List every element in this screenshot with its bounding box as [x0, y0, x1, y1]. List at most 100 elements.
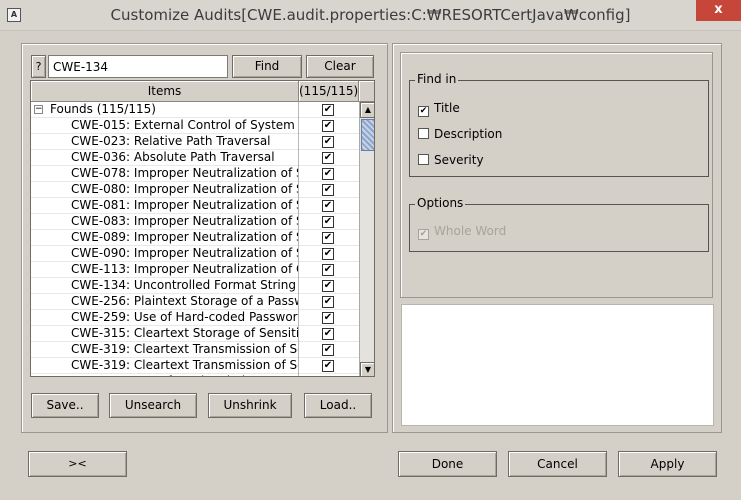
whole-word-checkbox-label: Whole Word — [434, 224, 507, 238]
item-label: CWE-319: Cleartext Transmission of Sensi… — [71, 358, 298, 372]
item-name-cell: CWE-083: Improper Neutralization of Scri… — [31, 214, 299, 230]
item-name-cell: CWE-134: Uncontrolled Format String — [31, 278, 299, 294]
item-label: CWE-321: Use of Hard-coded Cryptographic… — [71, 374, 298, 376]
find-in-group: Find in ✔ Title Description Severity — [409, 72, 709, 177]
severity-checkbox-label: Severity — [434, 153, 484, 167]
item-label: CWE-023: Relative Path Traversal — [71, 134, 271, 148]
item-name-cell: CWE-319: Cleartext Transmission of Sensi… — [31, 358, 299, 374]
item-name-cell: CWE-015: External Control of System or C… — [31, 118, 299, 134]
whole-word-checkbox: ✔ — [418, 229, 429, 240]
table-row[interactable]: CWE-089: Improper Neutralization of Spec… — [31, 230, 359, 246]
apply-button[interactable]: Apply — [618, 451, 717, 477]
table-row[interactable]: CWE-113: Improper Neutralization of CRLF… — [31, 262, 359, 278]
table-row[interactable]: CWE-321: Use of Hard-coded Cryptographic… — [31, 374, 359, 377]
item-name-cell: CWE-319: Cleartext Transmission of Sensi… — [31, 342, 299, 358]
checkbox[interactable]: ✔ — [322, 168, 334, 180]
checkbox[interactable]: ✔ — [322, 248, 334, 260]
checkbox[interactable]: ✔ — [322, 312, 334, 324]
table-row[interactable]: CWE-319: Cleartext Transmission of Sensi… — [31, 342, 359, 358]
scroll-thumb[interactable] — [361, 119, 374, 151]
item-name-cell: CWE-023: Relative Path Traversal — [31, 134, 299, 150]
table-row[interactable]: CWE-015: External Control of System or C… — [31, 118, 359, 134]
item-name-cell: CWE-078: Improper Neutralization of Spec… — [31, 166, 299, 182]
table-row[interactable]: CWE-023: Relative Path Traversal ✔ — [31, 134, 359, 150]
table-row[interactable]: CWE-315: Cleartext Storage of Sensitive … — [31, 326, 359, 342]
table-row[interactable]: CWE-256: Plaintext Storage of a Password… — [31, 294, 359, 310]
table-rows: − Founds (115/115) ✔ CWE-015: External C… — [31, 102, 359, 377]
item-label: CWE-081: Improper Neutralization of Scri… — [71, 198, 298, 212]
unshrink-button[interactable]: Unshrink — [208, 393, 292, 418]
find-in-description-option[interactable]: Description — [418, 127, 502, 143]
checkbox[interactable]: ✔ — [322, 232, 334, 244]
save-button[interactable]: Save.. — [31, 393, 99, 418]
table-row[interactable]: CWE-083: Improper Neutralization of Scri… — [31, 214, 359, 230]
title-checkbox-label: Title — [434, 101, 460, 115]
item-name-cell: CWE-036: Absolute Path Traversal — [31, 150, 299, 166]
audit-items-table: Items (115/115) − Founds (115/115) ✔ CWE… — [30, 80, 375, 377]
title-checkbox[interactable]: ✔ — [418, 106, 429, 117]
find-in-severity-option[interactable]: Severity — [418, 153, 484, 169]
find-button[interactable]: Find — [232, 55, 302, 78]
column-header-count[interactable]: (115/115) — [299, 81, 359, 102]
item-label: CWE-036: Absolute Path Traversal — [71, 150, 275, 164]
item-name-cell: CWE-259: Use of Hard-coded Password — [31, 310, 299, 326]
checkbox[interactable]: ✔ — [322, 280, 334, 292]
load-button[interactable]: Load.. — [304, 393, 372, 418]
item-name-cell: CWE-080: Improper Neutralization of Scri… — [31, 182, 299, 198]
help-button[interactable]: ? — [31, 55, 46, 78]
tree-root-row[interactable]: − Founds (115/115) ✔ — [31, 102, 359, 118]
checkbox[interactable]: ✔ — [322, 360, 334, 372]
checkbox[interactable]: ✔ — [322, 328, 334, 340]
description-pane — [401, 304, 714, 426]
header-corner — [359, 81, 374, 102]
column-header-items[interactable]: Items — [31, 81, 299, 102]
checkbox[interactable]: ✔ — [322, 104, 334, 116]
title-bar: A Customize Audits[CWE.audit.properties:… — [0, 0, 741, 31]
table-row[interactable]: CWE-081: Improper Neutralization of Scri… — [31, 198, 359, 214]
scroll-down-icon[interactable]: ▼ — [360, 362, 374, 376]
checkbox[interactable]: ✔ — [322, 184, 334, 196]
item-label: CWE-259: Use of Hard-coded Password — [71, 310, 299, 324]
done-button[interactable]: Done — [398, 451, 497, 477]
table-row[interactable]: CWE-078: Improper Neutralization of Spec… — [31, 166, 359, 182]
checkbox[interactable]: ✔ — [322, 216, 334, 228]
description-checkbox[interactable] — [418, 128, 429, 139]
item-name-cell: CWE-113: Improper Neutralization of CRLF… — [31, 262, 299, 278]
find-in-legend: Find in — [415, 72, 459, 86]
tree-root-cell: − Founds (115/115) — [31, 102, 299, 118]
search-input[interactable] — [48, 55, 228, 78]
checkbox[interactable]: ✔ — [322, 376, 334, 377]
clear-button[interactable]: Clear — [306, 55, 374, 78]
table-row[interactable]: CWE-259: Use of Hard-coded Password ✔ — [31, 310, 359, 326]
shrink-toggle-button[interactable]: >< — [28, 451, 127, 477]
checkbox[interactable]: ✔ — [322, 344, 334, 356]
unsearch-button[interactable]: Unsearch — [109, 393, 197, 418]
table-row[interactable]: CWE-090: Improper Neutralization of Spec… — [31, 246, 359, 262]
table-row[interactable]: CWE-080: Improper Neutralization of Scri… — [31, 182, 359, 198]
severity-checkbox[interactable] — [418, 154, 429, 165]
checkbox[interactable]: ✔ — [322, 152, 334, 164]
item-label: CWE-319: Cleartext Transmission of Sensi… — [71, 342, 298, 356]
cancel-button[interactable]: Cancel — [508, 451, 607, 477]
checkbox[interactable]: ✔ — [322, 296, 334, 308]
close-button[interactable]: x — [696, 0, 741, 21]
table-row[interactable]: CWE-134: Uncontrolled Format String ✔ — [31, 278, 359, 294]
collapse-icon[interactable]: − — [34, 105, 43, 114]
description-checkbox-label: Description — [434, 127, 503, 141]
scroll-up-icon[interactable]: ▲ — [360, 102, 374, 118]
find-in-title-option[interactable]: ✔ Title — [418, 101, 460, 117]
checkbox[interactable]: ✔ — [322, 264, 334, 276]
checkbox[interactable]: ✔ — [322, 136, 334, 148]
checkbox[interactable]: ✔ — [322, 120, 334, 132]
item-name-cell: CWE-089: Improper Neutralization of Spec… — [31, 230, 299, 246]
item-name-cell: CWE-081: Improper Neutralization of Scri… — [31, 198, 299, 214]
vertical-scrollbar[interactable]: ▲ ▼ — [359, 102, 374, 376]
checkbox[interactable]: ✔ — [322, 200, 334, 212]
table-row[interactable]: CWE-036: Absolute Path Traversal ✔ — [31, 150, 359, 166]
item-name-cell: CWE-315: Cleartext Storage of Sensitive … — [31, 326, 299, 342]
item-name-cell: CWE-321: Use of Hard-coded Cryptographic… — [31, 374, 299, 376]
item-name-cell: CWE-256: Plaintext Storage of a Password — [31, 294, 299, 310]
table-row[interactable]: CWE-319: Cleartext Transmission of Sensi… — [31, 358, 359, 374]
item-label: CWE-089: Improper Neutralization of Spec… — [71, 230, 298, 244]
tree-root-label: Founds (115/115) — [50, 102, 156, 116]
